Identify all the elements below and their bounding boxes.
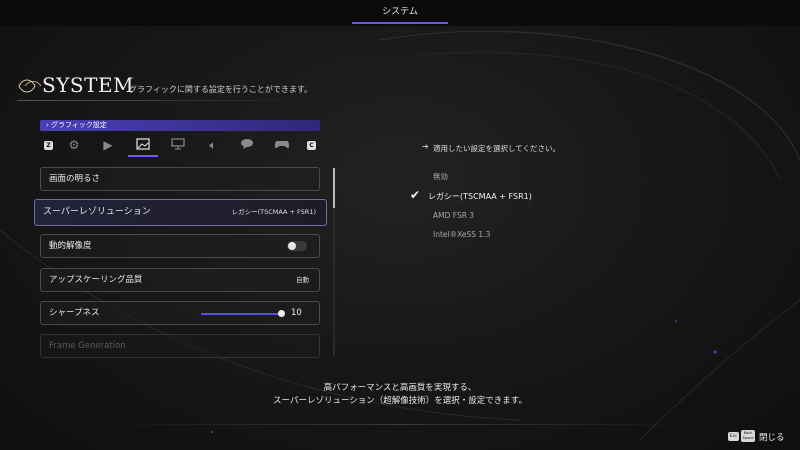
- back-key-line2: Space: [742, 436, 754, 440]
- gamepad-icon[interactable]: [274, 138, 290, 152]
- check-icon: ✔: [410, 188, 421, 202]
- description-line-1: 高パフォーマンスと高画質を実現する、: [323, 383, 477, 393]
- option-amd-fsr3[interactable]: AMD FSR 3: [433, 211, 474, 220]
- key-hint-c: C: [307, 141, 316, 150]
- option-legacy[interactable]: レガシー(TSCMAA + FSR1): [428, 191, 532, 202]
- back-space-key-icon[interactable]: Back Space: [741, 430, 755, 442]
- monitor-icon[interactable]: [170, 138, 186, 152]
- ornament-icon: [18, 79, 42, 93]
- page-title: SYSTEM: [42, 73, 135, 97]
- toggle-knob: [288, 242, 296, 250]
- active-tab-underline: [128, 155, 158, 157]
- setting-upscaling-quality[interactable]: アップスケーリング品質 自動: [40, 268, 320, 292]
- slider-value: 10: [291, 308, 302, 318]
- setting-label: シャープネス: [49, 308, 100, 318]
- setting-value: レガシー(TSCMAA + FSR1): [231, 208, 316, 216]
- tab-underline: [352, 22, 448, 24]
- arrow-icon: ➔: [422, 142, 429, 151]
- sharpness-slider[interactable]: [201, 310, 285, 317]
- setting-label: 画面の明るさ: [49, 174, 101, 184]
- header-divider: [17, 100, 317, 101]
- gear-icon[interactable]: ⚙: [66, 138, 82, 152]
- setting-label: スーパーレゾリューション: [43, 207, 151, 217]
- setting-label: 動的解像度: [49, 241, 92, 251]
- image-icon[interactable]: [135, 138, 151, 152]
- footer-divider: [100, 424, 700, 425]
- page-subtitle: グラフィックに関する設定を行うことができます。: [129, 85, 313, 94]
- settings-scrollbar[interactable]: [333, 168, 335, 356]
- category-tabs: Z ⚙ ▶ 🔈︎ C: [40, 136, 320, 156]
- description-line-2: スーパーレゾリューション（超解像技術）を選択・設定できます。: [273, 396, 527, 406]
- close-button[interactable]: 閉じる: [759, 431, 785, 443]
- setting-description: 高パフォーマンスと高画質を実現する、 スーパーレゾリューション（超解像技術）を選…: [0, 382, 800, 408]
- setting-label: アップスケーリング品質: [49, 275, 143, 285]
- camera-icon[interactable]: ▶: [100, 138, 116, 152]
- section-banner: › グラフィック設定: [40, 120, 320, 131]
- slider-fill: [201, 313, 281, 315]
- dynamic-resolution-toggle[interactable]: [287, 241, 307, 251]
- setting-brightness[interactable]: 画面の明るさ: [40, 167, 320, 191]
- setting-label: Frame Generation: [49, 341, 126, 351]
- setting-super-resolution[interactable]: スーパーレゾリューション レガシー(TSCMAA + FSR1): [34, 199, 327, 226]
- setting-sharpness[interactable]: シャープネス 10: [40, 301, 320, 325]
- esc-key-icon[interactable]: Esc: [728, 432, 739, 441]
- options-prompt: 適用したい設定を選択してください。: [433, 144, 561, 153]
- setting-value: 自動: [296, 276, 309, 284]
- chat-icon[interactable]: [239, 138, 255, 152]
- speaker-icon[interactable]: 🔈︎: [205, 138, 221, 152]
- slider-handle[interactable]: [278, 310, 285, 317]
- setting-frame-generation: Frame Generation: [40, 334, 320, 358]
- option-disabled[interactable]: 無効: [433, 171, 448, 182]
- scrollbar-thumb[interactable]: [333, 168, 335, 208]
- setting-dynamic-resolution[interactable]: 動的解像度: [40, 234, 320, 258]
- option-intel-xess[interactable]: Intel®XeSS 1.3: [433, 230, 490, 239]
- key-hint-z: Z: [44, 141, 53, 150]
